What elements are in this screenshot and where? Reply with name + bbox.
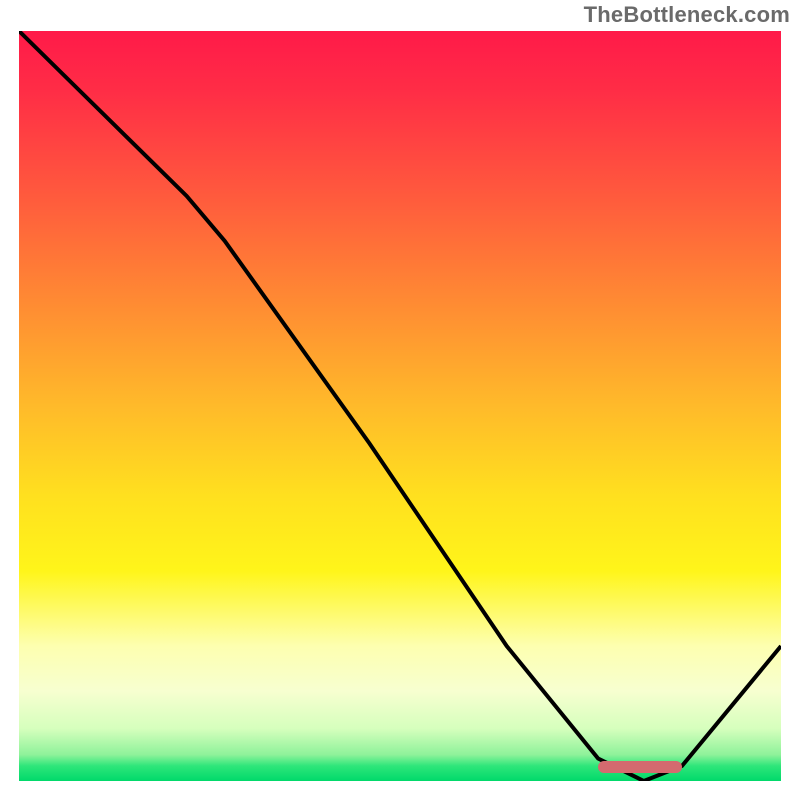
plot-frame xyxy=(13,25,787,787)
optimal-range-marker xyxy=(598,761,682,773)
chart-stage: TheBottleneck.com xyxy=(0,0,800,800)
plot-gradient xyxy=(19,31,781,781)
